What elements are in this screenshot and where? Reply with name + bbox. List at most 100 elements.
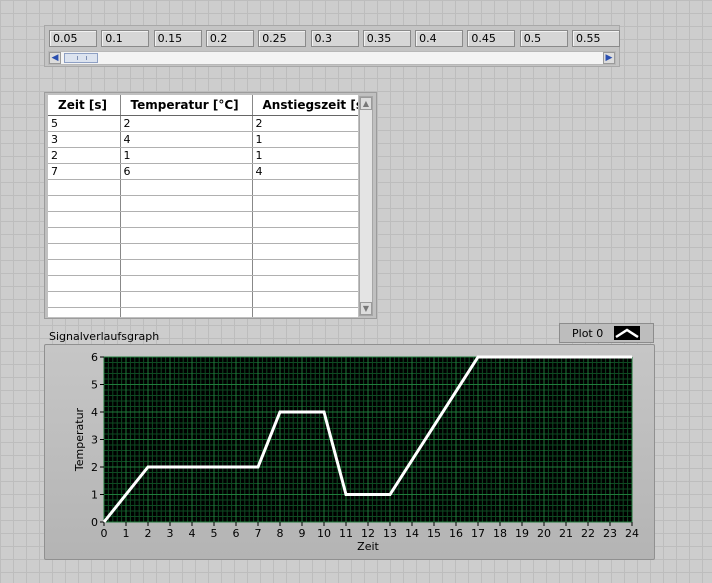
array-element[interactable]: 0.1 <box>101 30 150 47</box>
table-cell[interactable]: 1 <box>252 131 358 148</box>
x-tick-label: 19 <box>515 527 529 540</box>
vertical-scrollbar[interactable]: ▲ ▼ <box>359 96 373 316</box>
x-tick-label: 0 <box>101 527 108 540</box>
x-tick-label: 21 <box>559 527 573 540</box>
array-element[interactable]: 0.3 <box>310 30 359 47</box>
table-cell[interactable]: 1 <box>120 147 253 164</box>
table-cell[interactable] <box>48 275 121 292</box>
x-axis-label: Zeit <box>357 540 379 553</box>
numeric-array: 0.05 0.1 0.15 0.2 0.25 0.3 0.35 0.4 0.45 0.5 0.55 … <box>44 25 620 67</box>
table-cell[interactable] <box>120 307 253 317</box>
table-cell[interactable] <box>48 195 121 212</box>
x-tick-label: 10 <box>317 527 331 540</box>
data-table: Zeit [s] Temperatur [°C] Anstiegszeit [s] … <box>44 92 377 319</box>
x-tick-label: 2 <box>145 527 152 540</box>
plot-legend[interactable]: Plot 0 <box>559 323 654 343</box>
table-cell[interactable]: 3 <box>48 131 121 148</box>
array-element[interactable]: 0.55 <box>572 30 620 47</box>
table-cell[interactable]: 7 <box>48 163 121 180</box>
column-header: Anstiegszeit [s] <box>252 95 358 116</box>
table-cell[interactable] <box>252 195 358 212</box>
table-cell[interactable] <box>120 227 253 244</box>
y-tick-label: 3 <box>91 434 98 447</box>
array-element[interactable]: 0.15 <box>153 30 202 47</box>
table-row-empty <box>48 179 358 196</box>
table-cell[interactable] <box>252 227 358 244</box>
table-cell[interactable] <box>252 259 358 276</box>
x-tick-label: 16 <box>449 527 463 540</box>
table-cell[interactable] <box>120 291 253 308</box>
arrow-up-icon[interactable]: ▲ <box>360 97 372 110</box>
table-cell[interactable]: 6 <box>120 163 253 180</box>
x-tick-label: 7 <box>255 527 262 540</box>
array-element[interactable]: 0.35 <box>362 30 411 47</box>
table-row: 211 <box>48 147 358 164</box>
table-cell[interactable] <box>252 307 358 317</box>
array-element[interactable]: 0.5 <box>519 30 568 47</box>
table-cell[interactable] <box>48 243 121 260</box>
x-tick-label: 20 <box>537 527 551 540</box>
scrollbar-thumb[interactable] <box>64 53 98 63</box>
array-element[interactable]: 0.4 <box>415 30 464 47</box>
x-tick-label: 22 <box>581 527 595 540</box>
array-element[interactable]: 0.05 <box>49 30 97 47</box>
table-cell[interactable] <box>48 227 121 244</box>
graph-canvas: 0 1 2 3 4 5 6 7 8 9 10 11 12 13 14 15 16 17 18 19 20 21 22 23 24… <box>73 351 639 553</box>
table-row-empty <box>48 291 358 308</box>
array-element[interactable]: 0.2 <box>205 30 254 47</box>
table-cell[interactable]: 2 <box>252 115 358 132</box>
array-element[interactable]: 0.25 <box>258 30 307 47</box>
table-cell[interactable] <box>48 179 121 196</box>
table-cell[interactable] <box>120 195 253 212</box>
table-row-empty <box>48 243 358 260</box>
table-cell[interactable] <box>252 275 358 292</box>
table-cell[interactable] <box>252 179 358 196</box>
x-tick-label: 6 <box>233 527 240 540</box>
table-row-empty <box>48 275 358 292</box>
table-cell[interactable]: 4 <box>120 131 253 148</box>
table-row-empty <box>48 307 358 317</box>
table-cell[interactable] <box>48 291 121 308</box>
table-row-empty <box>48 259 358 276</box>
y-axis-label: Temperatur <box>73 407 86 472</box>
y-tick-label: 2 <box>91 461 98 474</box>
legend-line-swatch-icon[interactable] <box>614 326 640 340</box>
horizontal-scrollbar[interactable]: ◀ ▶ <box>48 51 616 65</box>
table-cell[interactable]: 2 <box>48 147 121 164</box>
table-cell[interactable] <box>120 179 253 196</box>
table-row-empty <box>48 211 358 228</box>
y-tick-label: 0 <box>91 516 98 529</box>
table-cell[interactable] <box>120 211 253 228</box>
table-cell[interactable]: 4 <box>252 163 358 180</box>
x-tick-label: 12 <box>361 527 375 540</box>
table-cell[interactable] <box>48 307 121 317</box>
table-cell[interactable] <box>252 243 358 260</box>
column-header: Zeit [s] <box>48 95 121 116</box>
arrow-right-icon[interactable]: ▶ <box>603 52 615 64</box>
table-cell[interactable] <box>120 243 253 260</box>
table-cell[interactable] <box>48 259 121 276</box>
table-cell[interactable] <box>252 211 358 228</box>
x-tick-label: 18 <box>493 527 507 540</box>
table-row-empty <box>48 227 358 244</box>
waveform-graph: 0 1 2 3 4 5 6 7 8 9 10 11 12 13 14 15 16 17 18 19 20 21 22 23 24… <box>44 344 655 560</box>
table-cell[interactable] <box>252 291 358 308</box>
x-tick-label: 15 <box>427 527 441 540</box>
arrow-down-icon[interactable]: ▼ <box>360 302 372 315</box>
table-row: 764 <box>48 163 358 180</box>
y-tick-label: 6 <box>91 351 98 364</box>
table-cell[interactable]: 5 <box>48 115 121 132</box>
table-cell[interactable]: 2 <box>120 115 253 132</box>
x-tick-label: 13 <box>383 527 397 540</box>
table-cell[interactable]: 1 <box>252 147 358 164</box>
table-row: 341 <box>48 131 358 148</box>
x-tick-label: 23 <box>603 527 617 540</box>
y-tick-label: 4 <box>91 406 98 419</box>
table-cell[interactable] <box>48 211 121 228</box>
table-cell[interactable] <box>120 275 253 292</box>
table-cell[interactable] <box>120 259 253 276</box>
y-tick-label: 5 <box>91 379 98 392</box>
array-element[interactable]: 0.45 <box>467 30 516 47</box>
x-tick-label: 5 <box>211 527 218 540</box>
arrow-left-icon[interactable]: ◀ <box>49 52 61 64</box>
